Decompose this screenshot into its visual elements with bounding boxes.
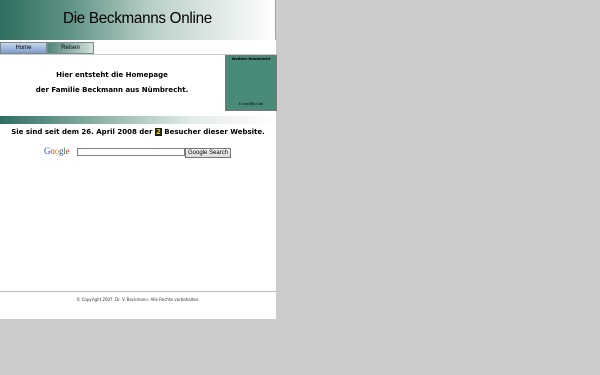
visitor-count-badge: 2 [154,128,162,136]
contact-name: Walther Nümbrecht [231,57,271,61]
site-title: Die Beckmanns Online [63,10,212,27]
visitor-counter-line: Sie sind seit dem 26. April 2008 der 2 B… [0,128,276,136]
footer-divider [0,291,276,292]
header-banner: Die Beckmanns Online [0,0,276,40]
contact-email-link[interactable]: E-mail@b3.de [226,102,276,106]
intro-text-line2: der Familie Beckmann aus Nümbrecht. [35,86,189,94]
google-logo: Google [44,146,70,156]
google-search-input[interactable] [77,148,185,156]
nav-tab-home[interactable]: Home [0,42,47,54]
contact-box: Walther Nümbrecht E-mail@b3.de [225,55,277,111]
section-divider-band [0,116,276,124]
page-container: Die Beckmanns Online Home Reisen Hier en… [0,0,277,319]
intro-text-line1: Hier entsteht die Homepage [56,71,168,79]
visitor-text-prefix: Sie sind seit dem 26. April 2008 der [11,128,153,136]
visitor-text-suffix: Besucher dieser Website. [164,128,265,136]
google-search-button[interactable]: Google Search [185,148,232,158]
nav-tab-reisen[interactable]: Reisen [47,42,94,54]
footer-copyright: © Copyright 2007, Dr. V. Beckmann. Alle … [76,297,200,302]
